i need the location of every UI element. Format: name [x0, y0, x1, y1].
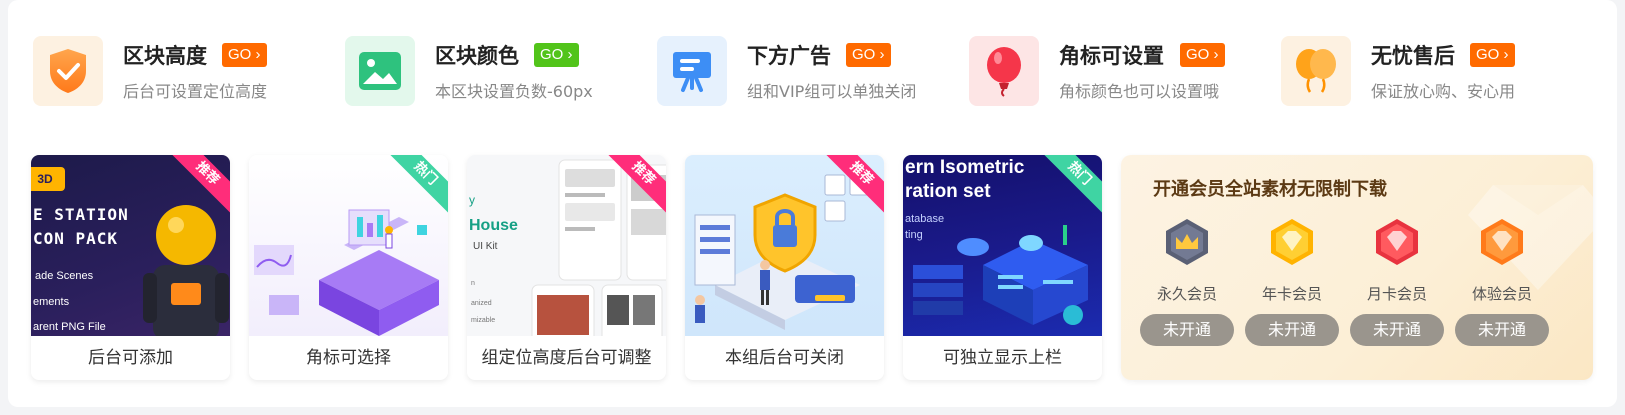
card-thumbnail[interactable]: y House UI Kit n anized mizable 推荐: [467, 155, 666, 336]
tier-name: 体验会员: [1471, 285, 1532, 303]
tier-name: 年卡会员: [1261, 285, 1322, 303]
card-thumbnail[interactable]: 推荐: [685, 155, 884, 336]
feature-bottom-ad[interactable]: 下方广告 GO › 组和VIP组可以单独关闭: [657, 36, 937, 108]
tier-name: 永久会员: [1156, 285, 1217, 303]
svg-text:n: n: [471, 280, 475, 287]
diamond-icon: [1271, 219, 1313, 265]
feature-description: 本区块设置负数-60px: [435, 82, 593, 101]
svg-text:mizable: mizable: [471, 317, 495, 324]
crown-icon: [1166, 219, 1208, 265]
balloon-icon: [969, 36, 1039, 106]
go-button[interactable]: GO ›: [846, 43, 891, 67]
feature-title: 角标可设置: [1059, 44, 1164, 68]
activate-trial-button[interactable]: 未开通: [1455, 314, 1549, 346]
resource-card[interactable]: y House UI Kit n anized mizable 推荐 组定位高度…: [467, 155, 666, 380]
go-button[interactable]: GO ›: [534, 43, 579, 67]
feature-description: 组和VIP组可以单独关闭: [747, 82, 917, 101]
tier-name: 月卡会员: [1366, 285, 1427, 303]
card-thumbnail[interactable]: ern Isometric ration set atabase ting 热门: [903, 155, 1102, 336]
feature-title: 区块颜色: [435, 44, 519, 68]
feature-after-sales[interactable]: 无忧售后 GO › 保证放心购、安心用: [1281, 36, 1561, 108]
thumb-tag: 3D: [31, 167, 65, 191]
go-button[interactable]: GO ›: [1470, 43, 1515, 67]
feature-description: 保证放心购、安心用: [1371, 82, 1516, 101]
card-thumbnail[interactable]: 3D E STATION CON PACK ade Scenes ements …: [31, 155, 230, 336]
activate-annual-button[interactable]: 未开通: [1245, 314, 1339, 346]
feature-badge-settings[interactable]: 角标可设置 GO › 角标颜色也可以设置哦: [969, 36, 1249, 108]
thumb-line: ements: [33, 296, 70, 308]
vip-tier-trial: 体验会员 未开通: [1452, 217, 1552, 367]
feature-title: 无忧售后: [1371, 44, 1455, 68]
svg-text:anized: anized: [471, 300, 492, 307]
resource-card[interactable]: 3D E STATION CON PACK ade Scenes ements …: [31, 155, 230, 380]
vip-tier-annual: 年卡会员 未开通: [1242, 217, 1342, 367]
feature-title: 区块高度: [123, 44, 207, 68]
feature-description: 角标颜色也可以设置哦: [1059, 82, 1220, 101]
balloons-icon: [1281, 36, 1351, 106]
activate-lifetime-button[interactable]: 未开通: [1140, 314, 1234, 346]
resource-card[interactable]: ern Isometric ration set atabase ting 热门…: [903, 155, 1102, 380]
go-button[interactable]: GO ›: [1180, 43, 1225, 67]
card-caption: 角标可选择: [306, 348, 391, 368]
activate-monthly-button[interactable]: 未开通: [1350, 314, 1444, 346]
thumb-line: CON PACK: [33, 229, 119, 248]
feature-description: 后台可设置定位高度: [123, 82, 268, 101]
vip-tier-lifetime: 永久会员 未开通: [1137, 217, 1237, 367]
card-caption: 本组后台可关闭: [725, 348, 844, 368]
card-caption: 组定位高度后台可调整: [481, 348, 652, 368]
image-icon: [345, 36, 415, 106]
easel-icon: [657, 36, 727, 106]
vip-title: 开通会员全站素材无限制下载: [1153, 179, 1387, 200]
thumb-line: ade Scenes: [35, 270, 94, 282]
thumb-line: arent PNG File: [33, 321, 106, 333]
astronaut-illustration: [143, 205, 229, 336]
resource-card[interactable]: 热门 角标可选择: [249, 155, 448, 380]
shield-check-icon: [33, 36, 103, 106]
feature-block-color[interactable]: 区块颜色 GO › 本区块设置负数-60px: [345, 36, 625, 108]
go-button[interactable]: GO ›: [222, 43, 267, 67]
vip-membership-panel: 开通会员全站素材无限制下载 永久会员 未开通 年卡会员 未开通 月卡会员 未开通…: [1121, 155, 1593, 380]
feature-block-height[interactable]: 区块高度 GO › 后台可设置定位高度: [33, 36, 313, 108]
diamond-icon: [1376, 219, 1418, 265]
card-thumbnail[interactable]: 热门: [249, 155, 448, 336]
thumb-line: E STATION: [33, 205, 129, 224]
vip-tier-monthly: 月卡会员 未开通: [1347, 217, 1447, 367]
card-caption: 后台可添加: [88, 348, 173, 368]
card-caption: 可独立显示上栏: [943, 348, 1062, 368]
feature-title: 下方广告: [747, 44, 831, 68]
diamond-icon: [1481, 219, 1523, 265]
resource-card[interactable]: 推荐 本组后台可关闭: [685, 155, 884, 380]
